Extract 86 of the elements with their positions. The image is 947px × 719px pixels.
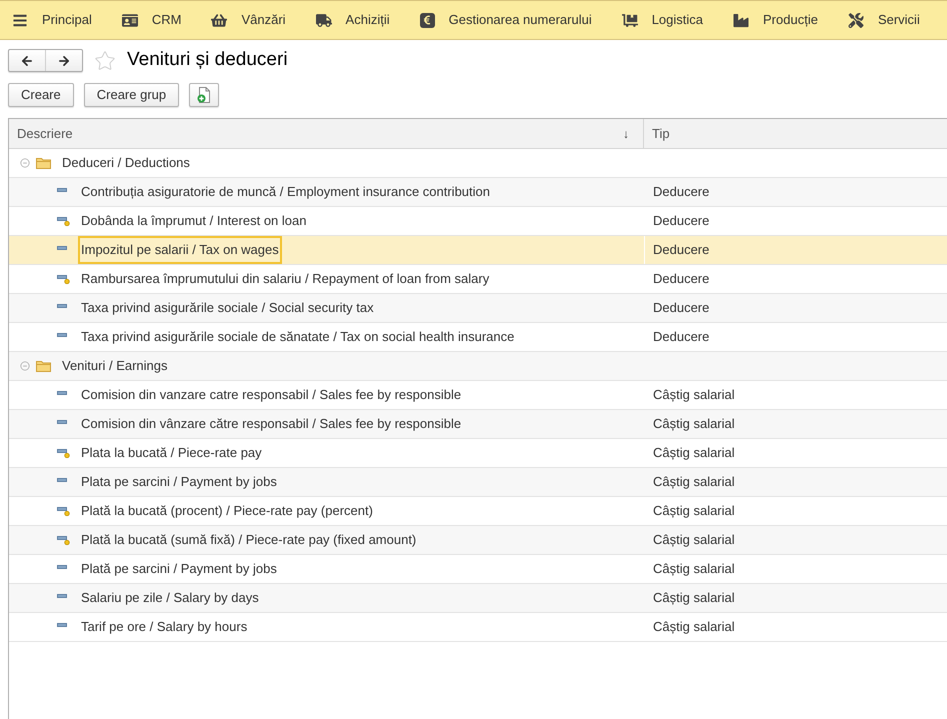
table-cell-text: Câștig salarial (653, 415, 735, 434)
dash-icon (57, 332, 67, 336)
page-title: Venituri și deduceri (127, 48, 288, 72)
table-cell-text: Plată la bucată (sumă fixă) / Piece-rate pay (fixed amount) (80, 531, 418, 550)
cart-icon (622, 12, 638, 28)
table-row[interactable]: Plata pe sarcini / Payment by jobs Câștig salarial (9, 468, 947, 497)
table-cell-text: Deducere (653, 212, 710, 230)
dash-icon (57, 188, 67, 192)
table-cell-text: Câștig salarial (653, 386, 735, 404)
table-cell-text: Câștig salarial (653, 444, 735, 462)
folder-icon (36, 157, 51, 169)
table-cell-text: Deducere (653, 183, 710, 202)
menu-item[interactable]: Gestionarea numerarului (420, 10, 592, 30)
column-header[interactable]: Descriere ↓ (9, 119, 644, 148)
menu-item[interactable]: Vânzări (211, 10, 286, 30)
table-cell-text: Deducere (653, 328, 710, 346)
table-cell-text: Câștig salarial (653, 502, 735, 520)
toolbar-button[interactable]: Creare (8, 83, 74, 107)
table-cell-text: Contribuția asiguratorie de muncă / Employment insurance contribution (80, 183, 491, 202)
star-icon[interactable] (94, 50, 116, 72)
table-cell-text: Plata la bucată / Piece-rate pay (80, 444, 263, 462)
dash-icon (57, 594, 67, 598)
add-document-button[interactable] (189, 83, 220, 107)
table-cell-text: Taxa privind asigurările sociale / Social security tax (80, 299, 375, 318)
table-row[interactable]: Salariu pe zile / Salary by days Câștig salarial (9, 584, 947, 613)
table-cell-text: Tarif pe ore / Salary by hours (80, 618, 248, 636)
table-cell-text: Câștig salarial (653, 589, 735, 608)
table-cell-text: Deducere (653, 299, 710, 318)
table-row[interactable]: Contribuția asiguratorie de muncă / Employment insurance contribution Deducere (9, 178, 947, 207)
dash-icon (57, 390, 67, 394)
table-cell-text: Plată la bucată (procent) / Piece-rate pay (percent) (80, 502, 374, 520)
menu-item[interactable]: Producție (733, 10, 818, 30)
factory-icon (733, 12, 750, 28)
id-card-icon (122, 12, 138, 28)
menu-item[interactable]: Servicii (848, 10, 920, 30)
column-header[interactable]: Tip (644, 119, 947, 148)
dash-icon (57, 478, 67, 482)
tools-icon (848, 12, 864, 28)
table-cell-text: Deducere (653, 241, 710, 260)
dash-icon (57, 304, 67, 308)
table-row[interactable]: Comision din vânzare către responsabil / Sales fee by responsible Câștig salarial (9, 410, 947, 439)
table-row[interactable]: Impozitul pe salarii / Tax on wages Deducere (9, 236, 947, 265)
table-cell-text: Plată pe sarcini / Payment by jobs (80, 560, 278, 578)
menu-item[interactable]: Principal (12, 10, 92, 30)
collapse-icon[interactable] (20, 361, 30, 371)
menu-item[interactable]: Achiziții (316, 10, 390, 30)
menu-icon (12, 12, 28, 28)
dash-dot-icon (57, 448, 70, 458)
folder-icon (36, 360, 51, 372)
table-row[interactable]: Venituri / Earnings (9, 352, 947, 381)
collapse-icon[interactable] (20, 158, 30, 168)
menu-item[interactable]: Logistica (622, 10, 704, 30)
dash-dot-icon (57, 536, 70, 544)
dash-dot-icon (57, 216, 70, 226)
group-label: Deduceri / Deductions (62, 154, 190, 172)
table-cell-text: Câștig salarial (653, 618, 735, 636)
sort-indicator: ↓ (623, 126, 629, 142)
table-cell-text: Comision din vânzare către responsabil / Sales fee by responsible (80, 415, 462, 434)
dash-icon (57, 420, 67, 424)
basket-icon (211, 12, 228, 28)
table-cell-text: Câștig salarial (653, 473, 735, 492)
toolbar-button[interactable]: Creare grup (84, 83, 180, 107)
truck-icon (316, 12, 332, 28)
new-document-icon (197, 87, 212, 103)
table-row[interactable]: Plată la bucată (sumă fixă) / Piece-rate pay (fixed amount) Câștig salarial (9, 526, 947, 555)
table-cell-text: Taxa privind asigurările sociale de sănatate / Tax on social health insurance (80, 328, 516, 346)
table-cell-text: Rambursarea împrumutului din salariu / Repayment of loan from salary (80, 270, 490, 288)
dash-icon (57, 246, 67, 250)
table-cell-text: Comision din vanzare catre responsabil / Sales fee by responsible (80, 386, 462, 404)
table-cell: Impozitul pe salarii / Tax on wages (78, 236, 282, 264)
menu-item[interactable]: CRM (122, 10, 182, 30)
dash-icon (57, 622, 67, 626)
table-cell-text: Dobânda la împrumut / Interest on loan (80, 212, 308, 230)
group-label: Venituri / Earnings (62, 357, 168, 376)
table-row[interactable]: Taxa privind asigurările sociale / Social security tax Deducere (9, 294, 947, 323)
euro-icon (420, 12, 435, 28)
table-cell-text: Câștig salarial (653, 560, 735, 578)
table-cell-text: Salariu pe zile / Salary by days (80, 589, 260, 608)
forward-arrow-icon (57, 54, 71, 68)
table-cell-text: Deducere (653, 270, 710, 288)
dash-icon (57, 564, 67, 568)
dash-dot-icon (57, 274, 70, 284)
table-cell-text: Câștig salarial (653, 531, 735, 550)
table-cell-text: Plata pe sarcini / Payment by jobs (80, 473, 278, 492)
back-arrow-icon (20, 54, 34, 68)
dash-dot-icon (57, 506, 70, 516)
